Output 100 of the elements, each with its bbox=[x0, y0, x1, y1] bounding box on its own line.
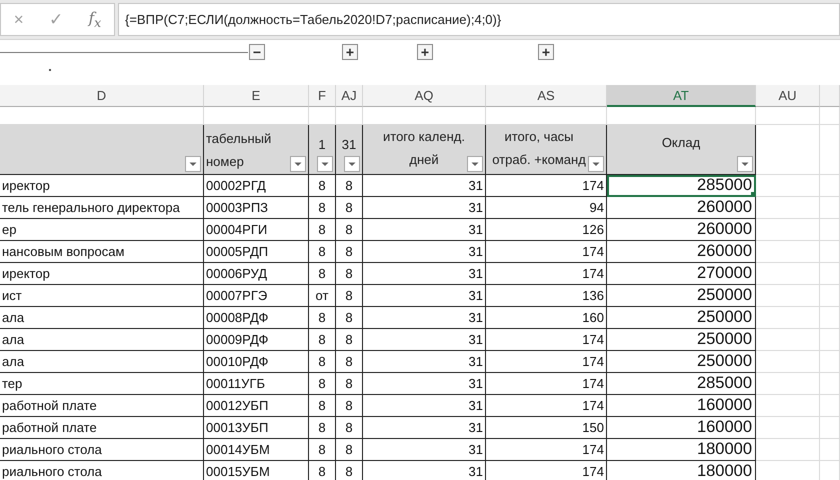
expand-group-button[interactable]: + bbox=[538, 44, 554, 60]
empty-cell bbox=[820, 241, 840, 263]
header-label: табельный номер bbox=[206, 130, 272, 171]
column-header[interactable]: AQ bbox=[363, 85, 486, 107]
empty-cell bbox=[756, 263, 820, 285]
filter-dropdown-button[interactable] bbox=[737, 156, 753, 172]
table-cell: 00015УБМ bbox=[204, 461, 309, 480]
table-cell: 260000 bbox=[607, 241, 756, 263]
table-cell: 174 bbox=[486, 395, 607, 417]
table-cell: 8 bbox=[309, 197, 336, 219]
table-cell: 174 bbox=[486, 175, 607, 197]
table-cell: 8 bbox=[336, 417, 363, 439]
empty-cell bbox=[820, 329, 840, 351]
table-cell: 160000 bbox=[607, 395, 756, 417]
table-cell: 00006РУД bbox=[204, 263, 309, 285]
table-cell: 00010РДФ bbox=[204, 351, 309, 373]
empty-cell bbox=[756, 241, 820, 263]
table-cell: 94 bbox=[486, 197, 607, 219]
table-cell: риального стола bbox=[0, 461, 204, 480]
table-cell: 174 bbox=[486, 461, 607, 480]
filter-dropdown-button[interactable] bbox=[290, 156, 306, 172]
table-cell: 31 bbox=[363, 263, 486, 285]
column-header[interactable]: AJ bbox=[336, 85, 363, 107]
empty-cell bbox=[756, 439, 820, 461]
column-header[interactable]: AU bbox=[756, 85, 820, 107]
table-cell: 160000 bbox=[607, 417, 756, 439]
empty-cell bbox=[756, 395, 820, 417]
empty-cell bbox=[756, 219, 820, 241]
table-cell: ала bbox=[0, 307, 204, 329]
table-cell: работной плате bbox=[0, 417, 204, 439]
insert-function-button[interactable]: f$_{x}$ bbox=[84, 9, 106, 30]
filter-dropdown-button[interactable] bbox=[344, 156, 360, 172]
table-cell: 180000 bbox=[607, 461, 756, 480]
table-cell: 31 bbox=[363, 461, 486, 480]
table-cell: 8 bbox=[309, 417, 336, 439]
table-cell: ер bbox=[0, 219, 204, 241]
filter-dropdown-button[interactable] bbox=[467, 156, 483, 172]
table-cell: 31 bbox=[363, 439, 486, 461]
table-cell: 250000 bbox=[607, 285, 756, 307]
table-cell: 174 bbox=[486, 329, 607, 351]
table-cell: 180000 bbox=[607, 439, 756, 461]
empty-cell bbox=[820, 263, 840, 285]
table-cell: 00007РГЭ bbox=[204, 285, 309, 307]
table-cell: 00013УБП bbox=[204, 417, 309, 439]
table-cell: 8 bbox=[336, 329, 363, 351]
table-cell: 174 bbox=[486, 351, 607, 373]
table-cell: риального стола bbox=[0, 439, 204, 461]
column-header[interactable]: F bbox=[309, 85, 336, 107]
table-cell: 00008РДФ bbox=[204, 307, 309, 329]
table-cell: 00002РГД bbox=[204, 175, 309, 197]
table-cell: иректор bbox=[0, 175, 204, 197]
table-cell: 8 bbox=[336, 439, 363, 461]
empty-cell bbox=[756, 373, 820, 395]
table-cell: 8 bbox=[336, 197, 363, 219]
table-cell: 136 bbox=[486, 285, 607, 307]
empty-cell bbox=[756, 285, 820, 307]
table-cell: 285000 bbox=[607, 175, 756, 197]
header-label: Оклад bbox=[662, 134, 700, 152]
table-cell: 8 bbox=[336, 395, 363, 417]
collapse-group-button[interactable]: − bbox=[249, 44, 265, 60]
empty-cell bbox=[820, 439, 840, 461]
table-cell: 8 bbox=[309, 241, 336, 263]
column-header[interactable]: AS bbox=[486, 85, 607, 107]
table-cell: 31 bbox=[363, 373, 486, 395]
table-cell: 8 bbox=[309, 439, 336, 461]
table-cell: 31 bbox=[363, 175, 486, 197]
empty-cell bbox=[820, 307, 840, 329]
empty-cell bbox=[820, 417, 840, 439]
table-cell: тер bbox=[0, 373, 204, 395]
table-cell: 8 bbox=[336, 219, 363, 241]
table-cell: 126 bbox=[486, 219, 607, 241]
table-cell: 31 bbox=[363, 285, 486, 307]
empty-cell bbox=[820, 175, 840, 197]
filter-dropdown-button[interactable] bbox=[185, 156, 201, 172]
column-header[interactable]: E bbox=[204, 85, 309, 107]
table-cell: 174 bbox=[486, 439, 607, 461]
filter-dropdown-button[interactable] bbox=[317, 156, 333, 172]
table-cell: 31 bbox=[363, 241, 486, 263]
table-cell: 31 bbox=[363, 307, 486, 329]
table-cell: 8 bbox=[336, 285, 363, 307]
filter-dropdown-button[interactable] bbox=[588, 156, 604, 172]
table-cell: 8 bbox=[309, 351, 336, 373]
empty-cell bbox=[820, 219, 840, 241]
empty-cell bbox=[820, 395, 840, 417]
table-cell: 00012УБП bbox=[204, 395, 309, 417]
table-cell: 250000 bbox=[607, 351, 756, 373]
table-cell: 8 bbox=[309, 307, 336, 329]
column-header[interactable]: AT bbox=[607, 85, 756, 107]
empty-cell bbox=[756, 107, 820, 125]
header-label: 1 bbox=[318, 136, 326, 154]
table-cell: 00004РГИ bbox=[204, 219, 309, 241]
expand-group-button[interactable]: + bbox=[417, 44, 433, 60]
empty-cell bbox=[756, 307, 820, 329]
expand-group-button[interactable]: + bbox=[342, 44, 358, 60]
formula-field[interactable]: {=ВПР(C7;ЕСЛИ(должность=Табель2020!D7;расписание);4;0)} bbox=[118, 3, 840, 36]
empty-cell bbox=[756, 351, 820, 373]
column-header[interactable]: D bbox=[0, 85, 204, 107]
table-cell: 31 bbox=[363, 351, 486, 373]
table-cell: 31 bbox=[363, 219, 486, 241]
table-cell: иректор bbox=[0, 263, 204, 285]
